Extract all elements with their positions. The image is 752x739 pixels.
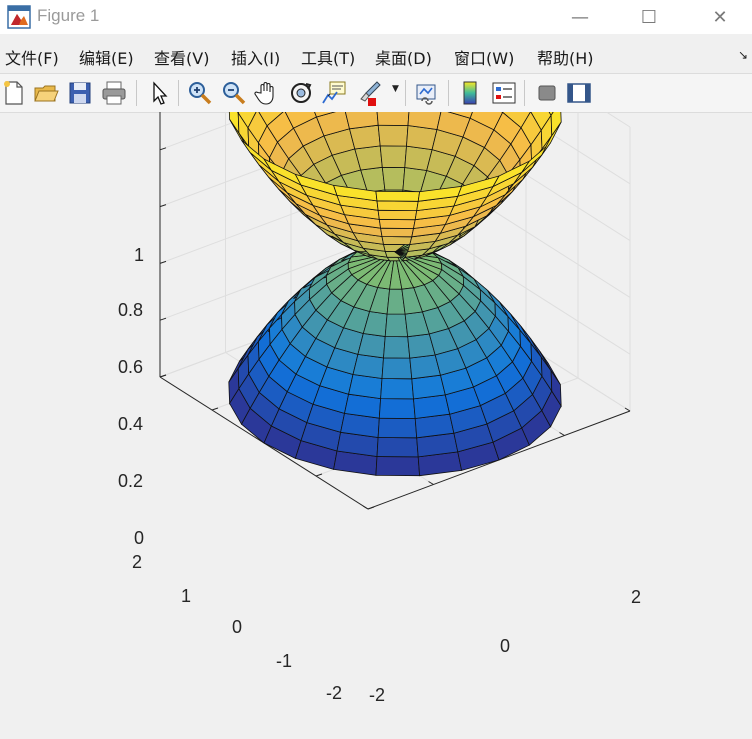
- menu-desktop[interactable]: 桌面(D): [375, 45, 432, 69]
- link-plot-icon[interactable]: [413, 79, 441, 107]
- y-tick: [212, 408, 218, 410]
- zoom-out-icon[interactable]: [220, 79, 248, 107]
- z-tick: [160, 318, 166, 320]
- surface-face: [380, 146, 406, 168]
- surface-face: [377, 112, 410, 126]
- open-file-icon[interactable]: [32, 79, 60, 107]
- surface-face: [229, 112, 239, 133]
- surface-face: [353, 354, 384, 378]
- figure-toolbar: ▼: [0, 73, 752, 113]
- surface-face: [377, 438, 418, 457]
- surface-face: [382, 167, 405, 190]
- y-tick-label: -2: [326, 683, 342, 704]
- z-tick: [160, 261, 166, 263]
- maximize-icon: ☐: [641, 7, 657, 28]
- y-tick-label: 2: [132, 552, 142, 573]
- z-tick-label: 0.4: [118, 414, 143, 435]
- menu-window[interactable]: 窗口(W): [454, 45, 514, 69]
- surface-face: [350, 125, 381, 149]
- menu-help[interactable]: 帮助(H): [537, 45, 594, 69]
- toolbar-separator: [178, 80, 179, 106]
- show-plot-tools-icon[interactable]: [565, 79, 593, 107]
- minimize-button[interactable]: —: [557, 0, 603, 34]
- rotate-3d-icon[interactable]: [287, 79, 315, 107]
- data-cursor-icon[interactable]: [320, 79, 348, 107]
- pan-hand-icon[interactable]: [253, 79, 281, 107]
- z-tick-label: 1: [134, 245, 144, 266]
- menu-insert[interactable]: 插入(I): [231, 45, 280, 69]
- hide-plot-tools-icon[interactable]: [533, 79, 561, 107]
- save-icon[interactable]: [66, 79, 94, 107]
- surface-face: [378, 418, 417, 438]
- z-tick-label: 0: [134, 528, 144, 549]
- zoom-in-icon[interactable]: [186, 79, 214, 107]
- surface-face: [378, 125, 408, 146]
- surface-face: [382, 237, 412, 245]
- x-tick: [560, 433, 565, 436]
- y-tick: [368, 507, 374, 509]
- toolbar-separator: [524, 80, 525, 106]
- menu-bar: 文件(F) 编辑(E) 查看(V) 插入(I) 工具(T) 桌面(D) 窗口(W…: [0, 36, 752, 73]
- surface-mesh: [229, 112, 561, 476]
- minimize-icon: —: [571, 7, 589, 28]
- toolbar-separator: [405, 80, 406, 106]
- menu-overflow-icon[interactable]: ↘: [738, 48, 748, 62]
- colorbar-icon[interactable]: [456, 79, 484, 107]
- surface-face: [358, 334, 385, 358]
- surface-plot[interactable]: [0, 112, 752, 735]
- toolbar-separator: [136, 80, 137, 106]
- matlab-figure-icon: [7, 5, 31, 29]
- close-icon: ✕: [712, 7, 727, 28]
- y-tick-label: 0: [232, 617, 242, 638]
- x-tick-label: 2: [631, 587, 641, 608]
- z-tick: [160, 148, 166, 150]
- surface-face: [379, 219, 415, 228]
- surface-face: [376, 191, 420, 201]
- maximize-button[interactable]: ☐: [626, 0, 672, 34]
- window-title: Figure 1: [37, 6, 99, 26]
- y-tick: [316, 474, 322, 476]
- surface-face: [385, 314, 408, 337]
- brush-icon[interactable]: [355, 79, 383, 107]
- surface-face: [412, 375, 446, 399]
- x-tick-label: -2: [369, 685, 385, 706]
- z-tick-label: 0.8: [118, 300, 143, 321]
- y-tick: [160, 375, 166, 377]
- menu-file[interactable]: 文件(F): [5, 45, 59, 69]
- menu-edit[interactable]: 编辑(E): [79, 45, 134, 69]
- z-tick: [160, 205, 166, 207]
- menu-view[interactable]: 查看(V): [154, 45, 209, 69]
- edit-plot-arrow-icon[interactable]: [145, 79, 173, 107]
- close-button[interactable]: ✕: [697, 0, 743, 34]
- surface-face: [382, 358, 412, 379]
- toolbar-separator: [448, 80, 449, 106]
- title-bar: Figure 1 — ☐ ✕: [0, 0, 752, 34]
- surface-face: [381, 379, 414, 399]
- new-figure-icon[interactable]: [0, 79, 28, 107]
- menu-tools[interactable]: 工具(T): [301, 45, 355, 69]
- brush-dropdown-icon[interactable]: ▼: [392, 84, 399, 94]
- surface-face: [381, 228, 414, 237]
- y-tick-label: -1: [276, 651, 292, 672]
- surface-face: [384, 337, 410, 359]
- surface-face: [378, 210, 417, 219]
- surface-face: [379, 399, 415, 419]
- x-tick: [363, 506, 368, 509]
- surface-face: [376, 457, 420, 476]
- surface-face: [377, 201, 418, 211]
- x-tick: [429, 482, 434, 485]
- x-tick-label: 0: [500, 636, 510, 657]
- y-tick-label: 1: [181, 586, 191, 607]
- z-tick-label: 0.6: [118, 357, 143, 378]
- x-tick: [625, 408, 630, 411]
- print-icon[interactable]: [100, 79, 128, 107]
- legend-icon[interactable]: [490, 79, 518, 107]
- z-tick-label: 0.2: [118, 471, 143, 492]
- figure-canvas[interactable]: 1 0.8 0.6 0.4 0.2 0 2 1 0 -1 -2 -2 0 2: [0, 112, 752, 735]
